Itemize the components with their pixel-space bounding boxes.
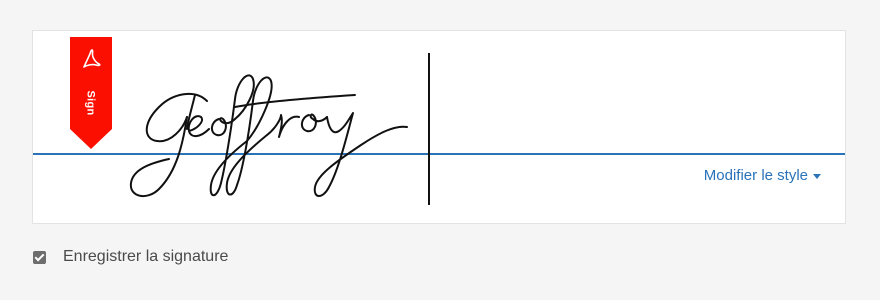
handwritten-signature (129, 74, 408, 198)
sign-badge: Sign (70, 37, 112, 149)
sign-badge-label: Sign (84, 90, 97, 116)
save-signature-checkbox[interactable] (33, 250, 46, 264)
modify-style-label: Modifier le style (703, 167, 808, 184)
signature-panel[interactable]: Sign Modifier le style (32, 30, 846, 224)
caret-down-icon (813, 174, 821, 179)
save-signature-label: Enregistrer la signature (63, 248, 229, 265)
modify-style-dropdown[interactable]: Modifier le style (704, 167, 821, 184)
text-cursor (428, 53, 430, 205)
adobe-acrobat-icon (83, 49, 101, 68)
save-signature-option[interactable]: Enregistrer la signature (33, 248, 228, 266)
